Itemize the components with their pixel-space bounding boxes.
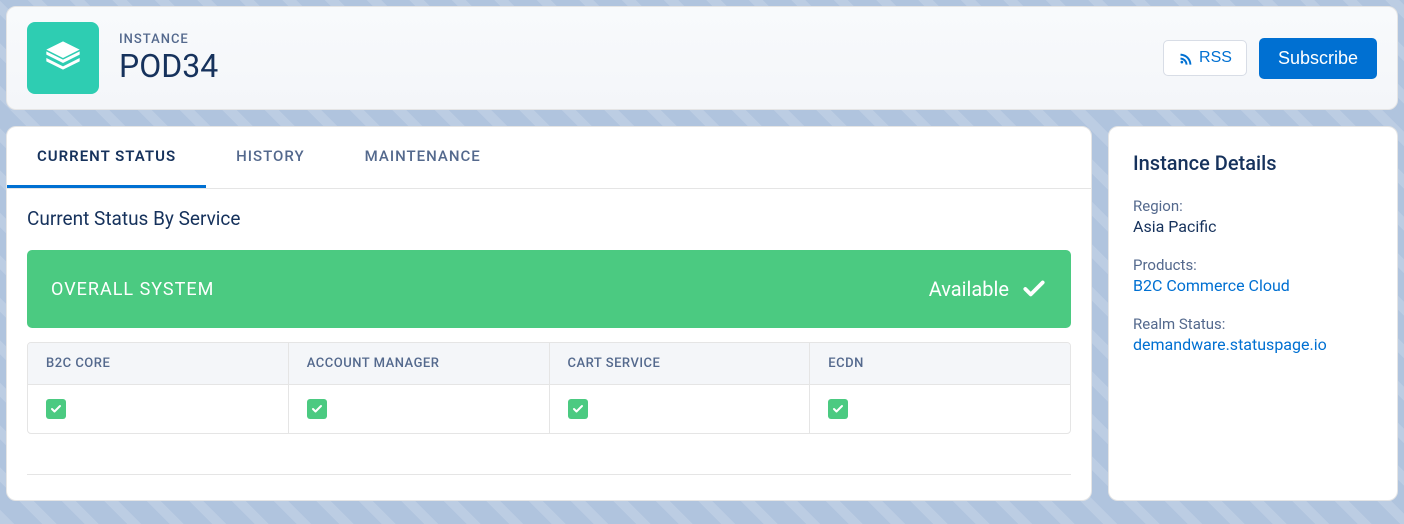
service-col: CART SERVICE — [550, 343, 811, 433]
instance-header: INSTANCE POD34 RSS Subscribe — [6, 6, 1398, 110]
overall-status: Available — [929, 276, 1047, 302]
service-cell — [550, 385, 810, 433]
checkmark-icon — [311, 403, 323, 415]
checkmark-icon — [50, 403, 62, 415]
layers-icon — [43, 38, 83, 78]
header-actions: RSS Subscribe — [1163, 38, 1377, 79]
overall-system-banner: OVERALL SYSTEM Available — [27, 250, 1071, 328]
detail-label: Realm Status: — [1133, 315, 1373, 333]
service-cell — [810, 385, 1070, 433]
service-col: ACCOUNT MANAGER — [289, 343, 550, 433]
checkmark-icon — [572, 403, 584, 415]
main-card: CURRENT STATUS HISTORY MAINTENANCE Curre… — [6, 126, 1092, 501]
body-row: CURRENT STATUS HISTORY MAINTENANCE Curre… — [6, 126, 1398, 501]
rss-label: RSS — [1199, 49, 1232, 67]
subscribe-button[interactable]: Subscribe — [1259, 38, 1377, 79]
checkmark-icon — [832, 403, 844, 415]
detail-label: Products: — [1133, 256, 1373, 274]
page-container: INSTANCE POD34 RSS Subscribe CURRENT STA… — [6, 6, 1398, 518]
overall-label: OVERALL SYSTEM — [51, 279, 214, 300]
instance-logo — [27, 22, 99, 94]
instance-eyebrow: INSTANCE — [119, 32, 218, 47]
tabs: CURRENT STATUS HISTORY MAINTENANCE — [7, 127, 1091, 189]
detail-products: Products: B2C Commerce Cloud — [1133, 256, 1373, 295]
detail-region: Region: Asia Pacific — [1133, 197, 1373, 236]
header-left: INSTANCE POD34 — [27, 22, 218, 94]
checkmark-icon — [1021, 276, 1047, 302]
service-cell — [28, 385, 288, 433]
instance-name: POD34 — [119, 47, 218, 85]
service-header: B2C CORE — [28, 343, 288, 385]
service-header: ECDN — [810, 343, 1070, 385]
status-badge — [568, 399, 588, 419]
service-col: B2C CORE — [28, 343, 289, 433]
service-header: ACCOUNT MANAGER — [289, 343, 549, 385]
main-body: Current Status By Service OVERALL SYSTEM… — [7, 189, 1091, 454]
instance-details-card: Instance Details Region: Asia Pacific Pr… — [1108, 126, 1398, 501]
detail-label: Region: — [1133, 197, 1373, 215]
status-badge — [828, 399, 848, 419]
tab-history[interactable]: HISTORY — [206, 127, 335, 188]
separator — [27, 474, 1071, 475]
tab-current-status[interactable]: CURRENT STATUS — [7, 127, 206, 188]
service-table: B2C CORE ACCOUNT MANAGER — [27, 342, 1071, 434]
service-header: CART SERVICE — [550, 343, 810, 385]
status-badge — [307, 399, 327, 419]
detail-value: Asia Pacific — [1133, 217, 1373, 236]
service-col: ECDN — [810, 343, 1070, 433]
products-link[interactable]: B2C Commerce Cloud — [1133, 276, 1373, 295]
sidebar-title: Instance Details — [1133, 151, 1373, 175]
status-badge — [46, 399, 66, 419]
realm-status-link[interactable]: demandware.statuspage.io — [1133, 335, 1373, 354]
rss-button[interactable]: RSS — [1163, 40, 1247, 76]
rss-icon — [1178, 51, 1193, 66]
instance-label-group: INSTANCE POD34 — [119, 32, 218, 85]
service-cell — [289, 385, 549, 433]
detail-realm: Realm Status: demandware.statuspage.io — [1133, 315, 1373, 354]
overall-status-text: Available — [929, 277, 1009, 301]
section-title: Current Status By Service — [27, 207, 1071, 230]
tab-maintenance[interactable]: MAINTENANCE — [335, 127, 511, 188]
